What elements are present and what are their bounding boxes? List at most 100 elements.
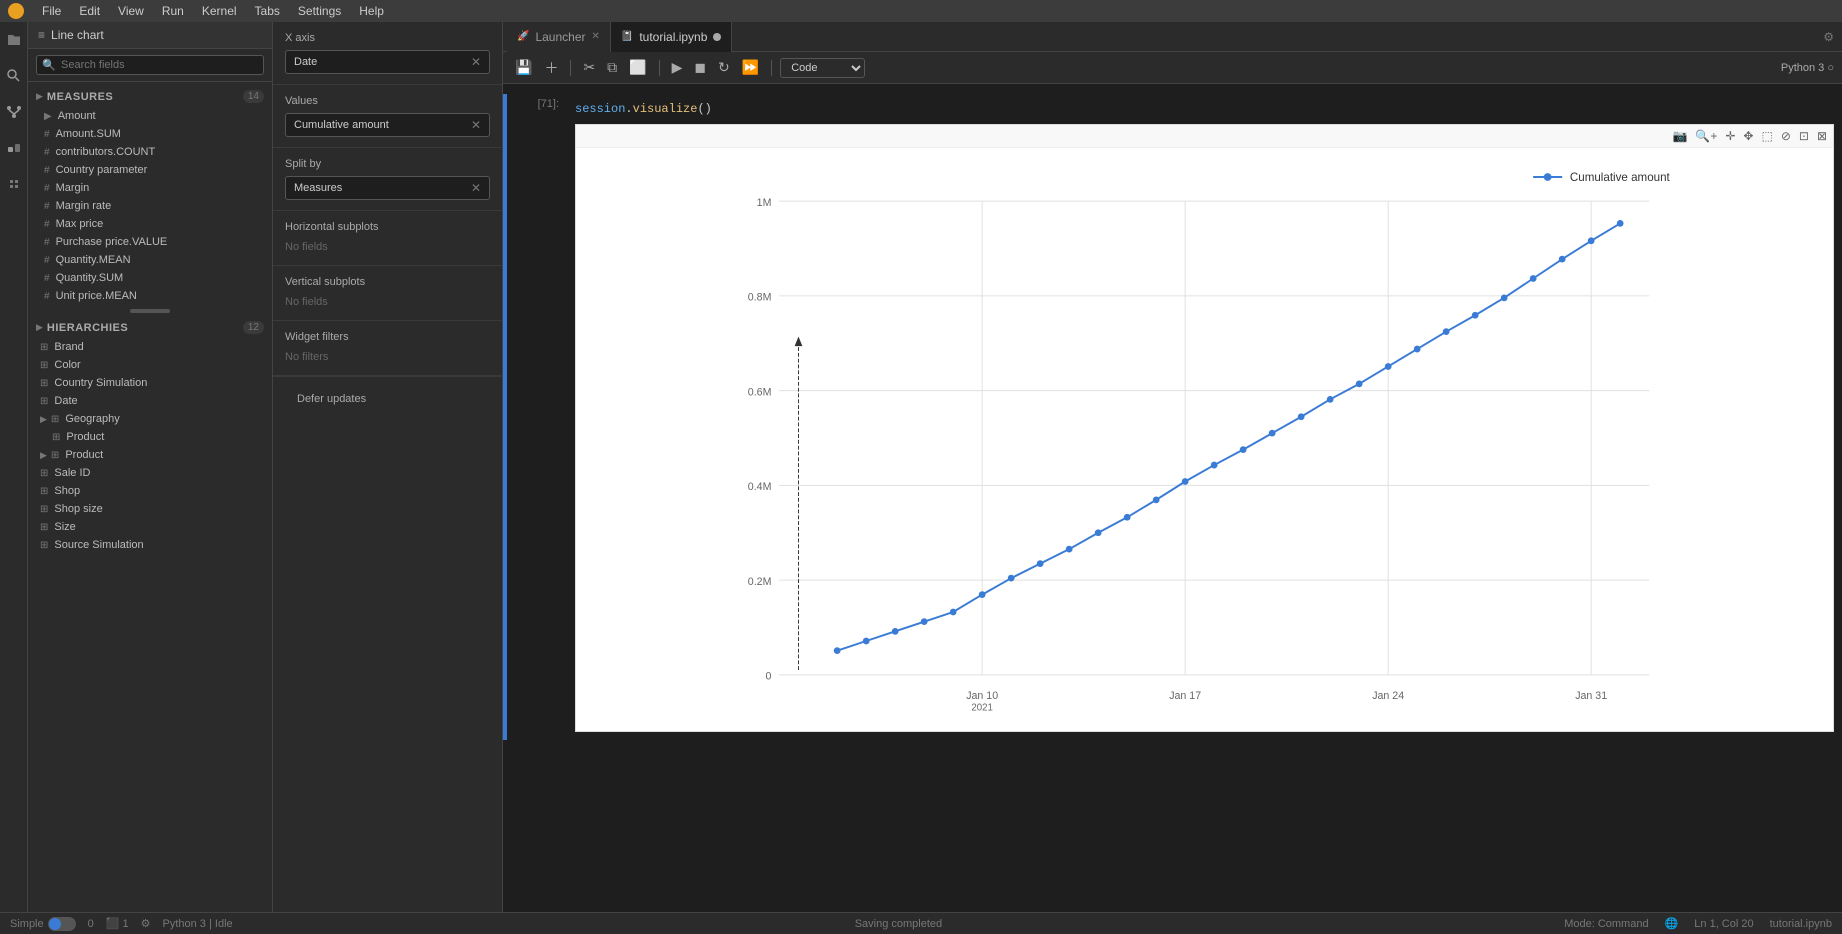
x-axis-clear[interactable]: ✕: [471, 55, 481, 69]
notebook-area: 🚀 Launcher ✕ 📓 tutorial.ipynb ⚙ 💾 ＋ ✂ ⧉: [503, 22, 1842, 912]
field-contributors-count[interactable]: # contributors.COUNT: [28, 143, 272, 161]
menu-help[interactable]: Help: [351, 2, 392, 20]
tab-launcher-close[interactable]: ✕: [592, 31, 600, 42]
toolbar-add-cell[interactable]: ＋: [540, 56, 562, 80]
svg-text:Jan 31: Jan 31: [1575, 690, 1607, 702]
hierarchy-shop[interactable]: ⊞ Shop: [28, 482, 272, 500]
menu-tabs[interactable]: Tabs: [247, 2, 288, 20]
config-panel: X axis Date ✕ Values Cumulative amount ✕…: [273, 22, 503, 912]
status-left: Simple 0 ⬛ 1 ⚙ Python 3 | Idle: [10, 917, 233, 931]
field-amount-sum[interactable]: # Amount.SUM: [28, 125, 272, 143]
measures-section-header[interactable]: ▶ MEASURES 14: [28, 86, 272, 107]
toolbar-stop[interactable]: ◼: [690, 57, 710, 78]
toggle-track[interactable]: [48, 917, 76, 931]
chart-crosshair[interactable]: ✛: [1723, 127, 1737, 145]
values-label: Values: [285, 95, 490, 107]
chart-lasso[interactable]: ⊘: [1779, 127, 1793, 145]
cell-content[interactable]: session.visualize() 📷 🔍+ ✛ ✥ ⬚ ⊘: [567, 94, 1842, 740]
sidebar-icon-folder[interactable]: [4, 30, 24, 50]
menu-view[interactable]: View: [110, 2, 152, 20]
field-margin-rate[interactable]: # Margin rate: [28, 197, 272, 215]
menu-file[interactable]: File: [34, 2, 69, 20]
sidebar-icon-extensions[interactable]: [4, 174, 24, 194]
chart-zoom-out[interactable]: ⊡: [1797, 127, 1811, 145]
split-by-clear[interactable]: ✕: [471, 181, 481, 195]
chart-type-label: Line chart: [51, 28, 104, 42]
toolbar-restart[interactable]: ↻: [714, 57, 734, 78]
field-quantity-mean[interactable]: # Quantity.MEAN: [28, 251, 272, 269]
field-max-price[interactable]: # Max price: [28, 215, 272, 233]
menu-settings[interactable]: Settings: [290, 2, 349, 20]
toolbar-copy[interactable]: ⧉: [603, 57, 621, 78]
hierarchy-geography[interactable]: ▶ ⊞ Geography: [28, 410, 272, 428]
hierarchy-product-nested[interactable]: ⊞ Product: [28, 428, 272, 446]
sidebar-icon-search[interactable]: [4, 66, 24, 86]
hierarchy-product[interactable]: ▶ ⊞ Product: [28, 446, 272, 464]
hierarchy-source-sim[interactable]: ⊞ Source Simulation: [28, 536, 272, 554]
chart-zoom-in[interactable]: 🔍+: [1693, 127, 1719, 145]
tab-launcher[interactable]: 🚀 Launcher ✕: [507, 22, 611, 52]
hierarchy-sale-id[interactable]: ⊞ Sale ID: [28, 464, 272, 482]
toolbar-divider-1: [570, 60, 571, 76]
hierarchy-date[interactable]: ⊞ Date: [28, 392, 272, 410]
hierarchy-color[interactable]: ⊞ Color: [28, 356, 272, 374]
simple-label: Simple: [10, 918, 44, 930]
svg-text:Cumulative amount: Cumulative amount: [1570, 171, 1671, 184]
field-unit-price-mean[interactable]: # Unit price.MEAN: [28, 287, 272, 305]
field-country-parameter[interactable]: # Country parameter: [28, 161, 272, 179]
cell-count: 0: [88, 918, 94, 930]
field-quantity-sum[interactable]: # Quantity.SUM: [28, 269, 272, 287]
cell-type-select[interactable]: Code Markdown: [780, 58, 865, 78]
h-subplots-section: Horizontal subplots No fields: [273, 211, 502, 266]
h-subplots-empty: No fields: [285, 239, 490, 255]
values-value: Cumulative amount: [294, 119, 389, 131]
split-by-field[interactable]: Measures ✕: [285, 176, 490, 200]
search-container: 🔍: [28, 49, 272, 82]
menu-edit[interactable]: Edit: [71, 2, 108, 20]
menu-run[interactable]: Run: [154, 2, 192, 20]
search-input[interactable]: [36, 55, 264, 75]
chart-select[interactable]: ⬚: [1759, 127, 1774, 145]
hierarchy-shop-size[interactable]: ⊞ Shop size: [28, 500, 272, 518]
tutorial-icon: 📓: [621, 31, 633, 42]
menu-kernel[interactable]: Kernel: [194, 2, 245, 20]
field-margin[interactable]: # Margin: [28, 179, 272, 197]
svg-text:2021: 2021: [971, 703, 992, 714]
hierarchies-section-header[interactable]: ▶ HIERARCHIES 12: [28, 317, 272, 338]
hierarchy-size[interactable]: ⊞ Size: [28, 518, 272, 536]
kernel-status: Python 3 ○: [1781, 62, 1834, 74]
values-clear[interactable]: ✕: [471, 118, 481, 132]
values-field[interactable]: Cumulative amount ✕: [285, 113, 490, 137]
toolbar-fast-forward[interactable]: ⏩: [738, 57, 763, 78]
filename-label: tutorial.ipynb: [1770, 918, 1832, 930]
chart-drag[interactable]: ✥: [1741, 127, 1755, 145]
status-right: Mode: Command 🌐 Ln 1, Col 20 tutorial.ip…: [1564, 917, 1832, 930]
toolbar-save[interactable]: 💾: [511, 57, 536, 78]
sidebar-icon-git[interactable]: [4, 102, 24, 122]
tab-tutorial[interactable]: 📓 tutorial.ipynb: [611, 22, 733, 52]
simple-toggle[interactable]: Simple: [10, 917, 76, 931]
chart-toolbar: 📷 🔍+ ✛ ✥ ⬚ ⊘ ⊡ ⊠: [576, 125, 1833, 148]
toolbar-paste[interactable]: ⬜: [625, 57, 650, 78]
chart-camera[interactable]: 📷: [1670, 127, 1689, 145]
hierarchy-brand[interactable]: ⊞ Brand: [28, 338, 272, 356]
v-subplots-label: Vertical subplots: [285, 276, 490, 288]
notebook-tabs: 🚀 Launcher ✕ 📓 tutorial.ipynb ⚙: [503, 22, 1842, 52]
x-axis-field[interactable]: Date ✕: [285, 50, 490, 74]
chart-reset[interactable]: ⊠: [1815, 127, 1829, 145]
field-amount-expand[interactable]: ▶ Amount: [28, 107, 272, 125]
field-purchase-price[interactable]: # Purchase price.VALUE: [28, 233, 272, 251]
toolbar-run[interactable]: ▶: [668, 57, 687, 78]
notebook-settings-icon[interactable]: ⚙: [1823, 30, 1842, 44]
sidebar-icon-atoti[interactable]: [4, 138, 24, 158]
field-margin-rate-label: Margin rate: [56, 200, 112, 212]
chart-type-header[interactable]: ≡ Line chart: [28, 22, 272, 49]
toolbar-divider-3: [771, 60, 772, 76]
toolbar-cut[interactable]: ✂: [579, 57, 599, 78]
chart-output: 📷 🔍+ ✛ ✥ ⬚ ⊘ ⊡ ⊠: [575, 124, 1834, 732]
hierarchy-country-sim[interactable]: ⊞ Country Simulation: [28, 374, 272, 392]
defer-updates-button[interactable]: Defer updates: [297, 393, 366, 405]
status-bar: Simple 0 ⬛ 1 ⚙ Python 3 | Idle Saving co…: [0, 912, 1842, 934]
icon-sidebar: [0, 22, 28, 912]
widget-filters-empty: No filters: [285, 349, 490, 365]
